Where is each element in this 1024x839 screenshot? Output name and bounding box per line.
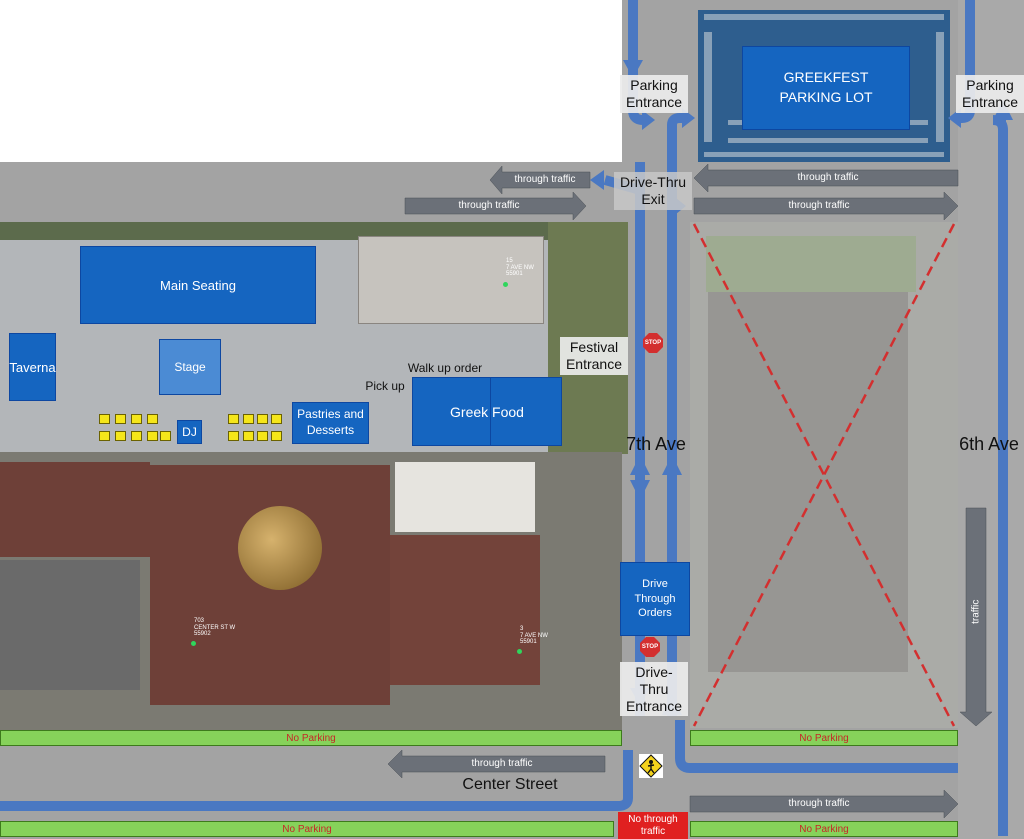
no-through-traffic-sign: No through traffic [618,812,688,839]
stop-sign-upper-text: STOP [644,340,662,346]
traffic-label-top-left-1: through traffic [514,174,576,185]
sixth-ave-label: 6th Ave [959,434,1019,454]
parking-entrance-right: Parking Entrance [956,75,1024,113]
stop-sign-lower-text: STOP [641,644,659,650]
main-seating-label: Main Seating [160,277,236,293]
address-2-pin [191,641,196,646]
taverna-label: Taverna [9,359,56,375]
traffic-label-bottom-right: through traffic [788,798,850,809]
pick-up-label: Pick up [365,379,405,393]
main-seating: Main Seating [80,246,316,324]
seventh-ave-label: 7th Ave [626,434,686,454]
traffic-label-vertical: traffic [970,599,982,624]
festival-entrance-label: Festival Entrance [560,337,628,375]
dj-label: DJ [182,425,197,439]
address-1: 15 7 AVE NW 55901 [506,258,534,278]
greek-food: Greek Food [412,377,562,446]
traffic-label-center: through traffic [471,758,533,769]
drive-through-orders-label: Drive Through Orders [634,577,676,620]
drive-thru-entrance-label: Drive- Thru Entrance [620,662,688,717]
traffic-label-top-right-1: through traffic [797,172,859,183]
parking-entrance-left: Parking Entrance [620,75,688,113]
no-parking-bottom-left: No Parking [0,821,614,837]
greek-food-divider [490,378,491,445]
no-parking-top-right: No Parking [690,730,958,746]
address-3-pin [517,649,522,654]
pastries-label: Pastries and Desserts [297,407,364,437]
crossing-guard-icon [639,754,663,778]
traffic-label-top-right-2: through traffic [788,200,850,211]
dj-booth: DJ [177,420,202,444]
stop-sign-upper: STOP [643,333,663,353]
no-through-traffic-label: No through traffic [628,814,678,837]
stage-label: Stage [174,360,206,374]
drive-thru-exit-label: Drive-Thru Exit [614,172,692,210]
address-2: 703 CENTER ST W 55902 [194,618,236,638]
traffic-label-top-left-2: through traffic [458,200,520,211]
taverna: Taverna [9,333,56,401]
drive-through-orders: Drive Through Orders [620,562,690,636]
stage: Stage [159,339,221,395]
address-3: 3 7 AVE NW 55901 [520,626,548,646]
center-street-label: Center Street [462,776,558,793]
pastries-desserts: Pastries and Desserts [292,402,369,444]
address-1-pin [503,282,508,287]
walk-up-order-label: Walk up order [407,361,483,375]
crossing-guard-sign [639,754,663,778]
no-parking-top-left: No Parking [0,730,622,746]
stop-sign-lower: STOP [640,637,660,657]
no-parking-bottom-right: No Parking [690,821,958,837]
greek-food-label: Greek Food [450,403,524,420]
